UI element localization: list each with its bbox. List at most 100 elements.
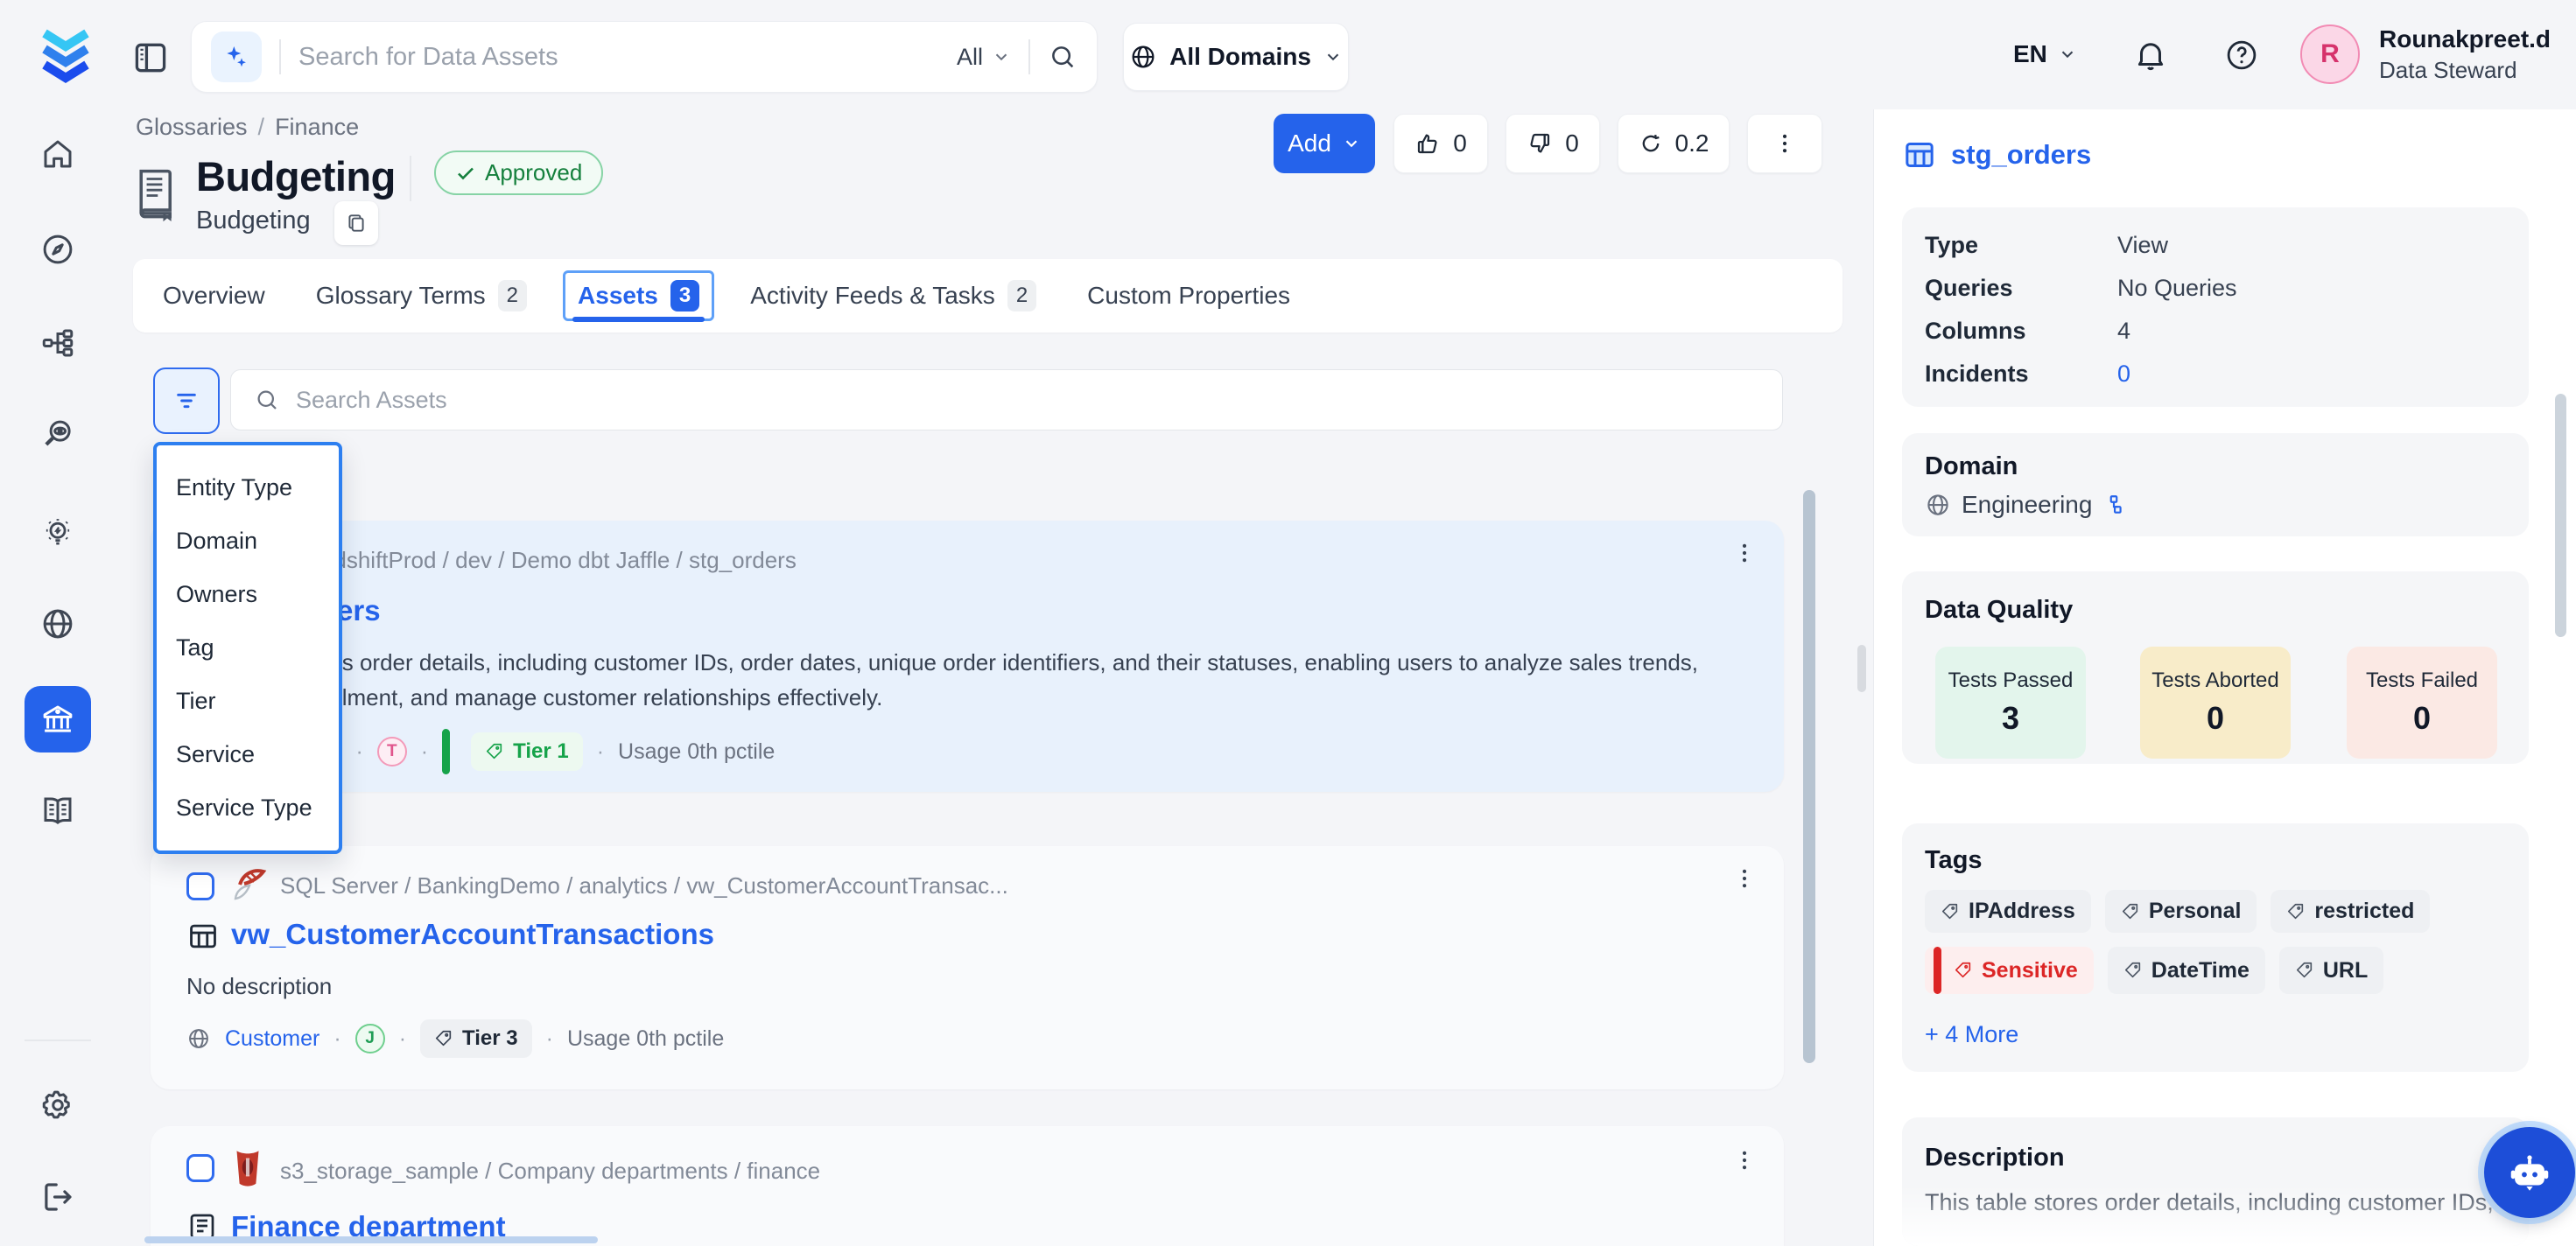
- card-menu-button[interactable]: [1724, 533, 1765, 573]
- sidebar-item-home[interactable]: [25, 121, 91, 187]
- assets-search-input[interactable]: Search Assets: [230, 369, 1783, 430]
- tests-passed-stat: Tests Passed 3: [1935, 647, 2086, 759]
- tests-aborted-stat: Tests Aborted 0: [2140, 647, 2291, 759]
- tag-restricted[interactable]: restricted: [2271, 890, 2430, 933]
- search-scope-label: All: [957, 44, 983, 71]
- asset-name-link[interactable]: vw_CustomerAccountTransactions: [231, 918, 714, 951]
- status-badge[interactable]: Approved: [434, 150, 603, 195]
- panel-resize-handle[interactable]: [1857, 645, 1866, 692]
- globe-icon: [39, 606, 76, 642]
- sidebar-item-glossary[interactable]: [25, 778, 91, 844]
- filter-option-domain[interactable]: Domain: [157, 514, 339, 568]
- tab-assets[interactable]: Assets3: [563, 270, 714, 321]
- all-domains-label: All Domains: [1169, 43, 1311, 71]
- downvote-button[interactable]: 0: [1506, 114, 1600, 173]
- asset-checkbox[interactable]: [186, 872, 214, 900]
- assets-vertical-scrollbar[interactable]: [1803, 490, 1815, 1063]
- panel-bottom-fade: [1902, 1185, 2529, 1246]
- search-scope-dropdown[interactable]: All: [957, 44, 1011, 71]
- all-domains-button[interactable]: All Domains: [1123, 23, 1349, 91]
- owner-avatar[interactable]: T: [377, 737, 407, 766]
- filter-button[interactable]: [153, 368, 220, 434]
- sidebar-item-observability[interactable]: [25, 402, 91, 468]
- avatar-initial: R: [2320, 39, 2340, 69]
- chevron-down-icon: [2058, 45, 2077, 64]
- lightbulb-icon: [39, 514, 76, 550]
- tier-badge[interactable]: Tier 3: [420, 1019, 532, 1058]
- sidebar-item-web[interactable]: [25, 591, 91, 657]
- sidebar-item-settings[interactable]: [25, 1072, 91, 1138]
- asset-card-finance-department[interactable]: s3_storage_sample / Company departments …: [151, 1126, 1784, 1246]
- sidebar-item-discover[interactable]: [25, 216, 91, 283]
- tag-url[interactable]: URL: [2279, 947, 2383, 994]
- panel-domain-card: Domain Engineering: [1902, 433, 2529, 536]
- tab-overview[interactable]: Overview: [163, 282, 265, 310]
- tag-icon: [1941, 902, 1960, 921]
- tier-badge[interactable]: Tier 1: [471, 732, 583, 771]
- card-menu-button[interactable]: [1724, 858, 1765, 899]
- sidebar-item-governance[interactable]: [25, 686, 91, 752]
- app-logo[interactable]: [33, 23, 98, 91]
- domain-value-link[interactable]: Engineering: [1962, 491, 2092, 519]
- tag-personal[interactable]: Personal: [2105, 890, 2257, 933]
- asset-card-vw-customeraccounttransactions[interactable]: SQL Server / BankingDemo / analytics / v…: [151, 846, 1784, 1089]
- panel-title-row: stg_orders: [1902, 137, 2091, 172]
- tab-custom-properties[interactable]: Custom Properties: [1087, 282, 1290, 310]
- tab-glossary-terms[interactable]: Glossary Terms2: [316, 280, 527, 312]
- asset-domain-link[interactable]: Customer: [225, 1026, 319, 1052]
- filter-option-owners[interactable]: Owners: [157, 568, 339, 621]
- global-search-bar[interactable]: Search for Data Assets All: [191, 21, 1098, 93]
- tag-datetime[interactable]: DateTime: [2108, 947, 2265, 994]
- assets-search-placeholder: Search Assets: [296, 387, 447, 414]
- language-selector[interactable]: EN: [2013, 40, 2077, 68]
- tag-ipaddress[interactable]: IPAddress: [1925, 890, 2091, 933]
- sidebar-item-insights[interactable]: [25, 499, 91, 565]
- filter-option-service[interactable]: Service: [157, 728, 339, 781]
- owner-avatar[interactable]: J: [355, 1024, 385, 1054]
- upvote-count: 0: [1453, 130, 1467, 158]
- glossary-term-icon: [130, 164, 184, 222]
- panel-asset-title[interactable]: stg_orders: [1951, 139, 2091, 171]
- tag-icon: [2286, 902, 2306, 921]
- hierarchy-link-icon[interactable]: [2102, 494, 2125, 516]
- ai-sparkle-icon[interactable]: [211, 32, 262, 82]
- notifications-button[interactable]: [2132, 37, 2169, 74]
- tab-activity-feeds[interactable]: Activity Feeds & Tasks2: [750, 280, 1036, 312]
- asset-meta-row: Customer · J · Tier 3 · Usage 0th pctile: [186, 1019, 724, 1058]
- score-button[interactable]: 0.2: [1618, 114, 1730, 173]
- globe-icon: [1925, 492, 1951, 518]
- filter-dropdown-menu: Entity Type Domain Owners Tag Tier Servi…: [153, 442, 342, 854]
- card-menu-button[interactable]: [1724, 1140, 1765, 1180]
- view-table-icon: [1902, 137, 1937, 172]
- tags-heading: Tags: [1925, 846, 1983, 875]
- tag-icon: [2121, 902, 2140, 921]
- assets-horizontal-scrollbar[interactable]: [144, 1236, 598, 1243]
- more-actions-button[interactable]: [1747, 114, 1822, 173]
- breadcrumb-finance[interactable]: Finance: [275, 114, 359, 141]
- sidebar-toggle-button[interactable]: [131, 38, 170, 77]
- filter-option-service-type[interactable]: Service Type: [157, 781, 339, 835]
- chat-assistant-button[interactable]: [2484, 1127, 2575, 1218]
- tag-icon: [434, 1029, 453, 1048]
- copy-button[interactable]: [334, 201, 378, 245]
- add-button[interactable]: Add: [1274, 114, 1375, 173]
- tier-propagation-bar: [442, 729, 450, 774]
- sidebar-item-lineage[interactable]: [25, 310, 91, 376]
- search-icon[interactable]: [1048, 42, 1077, 72]
- global-search-placeholder[interactable]: Search for Data Assets: [298, 43, 558, 72]
- breadcrumb-glossaries[interactable]: Glossaries: [136, 114, 248, 141]
- sidebar-item-logout[interactable]: [25, 1164, 91, 1230]
- tag-sensitive[interactable]: Sensitive: [1925, 947, 2094, 994]
- asset-card-stg-orders[interactable]: dbtRedshiftProd / dev / Demo dbt Jaffle …: [151, 521, 1784, 792]
- panel-scrollbar[interactable]: [2555, 394, 2566, 637]
- filter-option-tier[interactable]: Tier: [157, 675, 339, 728]
- user-menu[interactable]: R Rounakpreet.d Data Steward: [2300, 24, 2576, 84]
- incidents-link[interactable]: 0: [2117, 360, 2237, 388]
- asset-checkbox[interactable]: [186, 1154, 214, 1182]
- s3-connector-icon: [229, 1145, 266, 1189]
- tags-more-link[interactable]: + 4 More: [1925, 1021, 2018, 1048]
- help-button[interactable]: [2223, 37, 2260, 74]
- filter-option-entity-type[interactable]: Entity Type: [157, 461, 339, 514]
- filter-option-tag[interactable]: Tag: [157, 621, 339, 675]
- upvote-button[interactable]: 0: [1393, 114, 1488, 173]
